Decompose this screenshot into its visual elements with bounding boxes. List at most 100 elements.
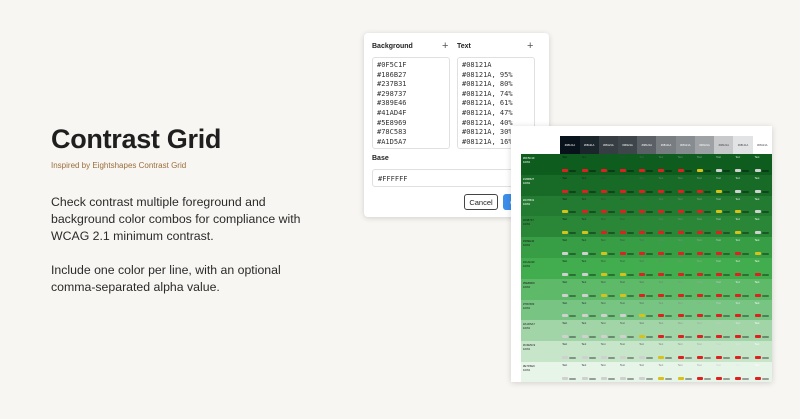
- cell-sample-text: Text: [754, 322, 760, 326]
- contrast-ratio: [742, 273, 750, 276]
- grid-cell: Text: [617, 341, 638, 362]
- cell-sample-text: Text: [696, 322, 702, 326]
- grid-column-header: #08121A: [733, 136, 753, 154]
- contrast-ratio: [569, 294, 577, 297]
- cell-sample-text: Text: [600, 218, 606, 222]
- contrast-ratio: [646, 336, 654, 339]
- grid-row-header: #5EB969 100%: [521, 278, 561, 300]
- cell-sample-text: Text: [716, 343, 721, 347]
- cell-sample-text: Text: [696, 363, 702, 367]
- grid-row: #C6E5C9 100% Text Text Text Text Text Text Text T…: [521, 341, 772, 362]
- cell-sample-text: Text: [754, 363, 760, 367]
- grid-cell: Text: [752, 257, 772, 279]
- contrast-ratio: [665, 315, 673, 318]
- grid-cell: Text: [675, 216, 695, 238]
- grid-cell: Text: [752, 195, 772, 217]
- cell-sample-text: Text: [696, 218, 702, 222]
- contrast-ratio: [569, 336, 577, 339]
- contrast-badge: [716, 210, 723, 214]
- cell-sample-text: Text: [619, 363, 625, 367]
- grid-cell: Text: [617, 237, 638, 258]
- grid-cell: Text: [733, 154, 753, 175]
- grid-row: #5EB969 100% Text Text Text Text Text Text Text T…: [521, 278, 772, 300]
- contrast-badge: [696, 272, 703, 276]
- contrast-badge: [658, 210, 665, 214]
- grid-column-header: #08121A: [675, 136, 695, 154]
- contrast-badge: [696, 335, 703, 339]
- contrast-badge: [619, 314, 626, 318]
- contrast-badge: [639, 231, 646, 235]
- cell-sample-text: Text: [754, 259, 760, 263]
- contrast-badge: [716, 376, 723, 380]
- contrast-badge: [600, 168, 607, 172]
- contrast-ratio: [569, 377, 577, 380]
- cell-sample-text: Text: [619, 197, 625, 201]
- contrast-badge: [735, 355, 742, 359]
- contrast-ratio: [742, 315, 750, 318]
- contrast-ratio: [607, 273, 615, 276]
- contrast-ratio: [626, 315, 634, 318]
- contrast-ratio: [626, 169, 634, 172]
- grid-cell: Text: [694, 195, 715, 217]
- cell-sample-text: Text: [677, 301, 683, 305]
- cell-sample-text: Text: [735, 218, 741, 222]
- row-alpha-label: 100%: [523, 347, 531, 352]
- cancel-button[interactable]: Cancel: [464, 194, 498, 210]
- grid-column-header: #08121A: [656, 136, 676, 154]
- cell-sample-text: Text: [696, 197, 702, 201]
- contrast-ratio: [703, 356, 711, 359]
- grid-cell: Text: [560, 278, 580, 300]
- contrast-ratio: [742, 336, 750, 339]
- contrast-badge: [677, 231, 684, 235]
- contrast-badge: [716, 231, 723, 235]
- contrast-ratio: [684, 336, 692, 339]
- row-alpha-label: 100%: [523, 305, 531, 310]
- contrast-ratio: [723, 336, 731, 339]
- contrast-badge: [735, 189, 742, 193]
- cell-sample-text: Text: [696, 301, 702, 305]
- contrast-ratio: [607, 315, 615, 318]
- grid-cell: Text: [656, 257, 676, 279]
- contrast-badge: [639, 168, 646, 172]
- cell-sample-text: Text: [735, 301, 741, 305]
- grid-cell: Text: [656, 320, 676, 342]
- grid-row-header: #0F5C1F 100%: [521, 154, 561, 175]
- grid-cell: Text: [733, 216, 753, 238]
- grid-column-header: #08121A: [752, 136, 772, 154]
- grid-cell: Text: [560, 237, 580, 258]
- contrast-ratio: [742, 211, 750, 214]
- cell-sample-text: Text: [677, 239, 683, 243]
- cell-sample-text: Text: [619, 176, 625, 180]
- contrast-ratio: [607, 356, 615, 359]
- contrast-badge: [619, 251, 626, 255]
- contrast-badge: [754, 293, 761, 297]
- add-text-button[interactable]: +: [527, 41, 533, 52]
- cell-sample-text: Text: [581, 301, 587, 305]
- contrast-badge: [735, 210, 742, 214]
- cell-sample-text: Text: [619, 259, 625, 263]
- contrast-ratio: [626, 211, 634, 214]
- cell-sample-text: Text: [735, 280, 741, 284]
- contrast-ratio: [626, 377, 634, 380]
- contrast-badge: [696, 251, 703, 255]
- contrast-ratio: [703, 315, 711, 318]
- grid-cell: Text: [560, 195, 580, 217]
- contrast-ratio: [761, 377, 769, 380]
- contrast-ratio: [646, 377, 654, 380]
- contrast-badge: [562, 189, 569, 193]
- contrast-ratio: [588, 294, 596, 297]
- grid-cell: Text: [637, 341, 657, 362]
- cell-sample-text: Text: [754, 239, 760, 243]
- contrast-badge: [600, 293, 607, 297]
- grid-cell: Text: [617, 174, 638, 196]
- add-background-button[interactable]: +: [442, 41, 448, 52]
- contrast-badge: [716, 335, 723, 339]
- contrast-badge: [696, 314, 703, 318]
- contrast-badge: [677, 168, 684, 172]
- cell-sample-text: Text: [658, 176, 664, 180]
- contrast-ratio: [742, 190, 750, 193]
- contrast-badge: [658, 251, 665, 255]
- contrast-ratio: [569, 356, 577, 359]
- grid-row-header: #298737 100%: [521, 216, 561, 238]
- background-colors-textarea[interactable]: #0F5C1F #186B27 #237B31 #298737 #389E46 …: [372, 57, 450, 149]
